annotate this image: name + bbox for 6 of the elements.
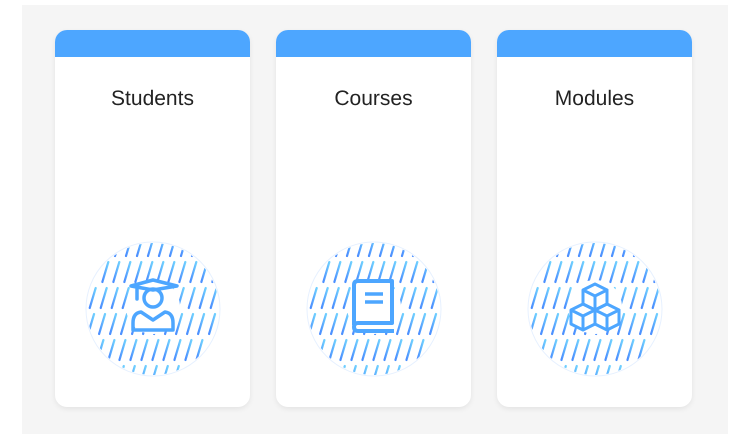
book-icon [352,279,394,333]
card-title: Modules [554,87,634,111]
graduate-icon [128,278,178,332]
cubes-icon [569,282,620,332]
card-title: Courses [334,87,413,111]
card-title: Students [111,87,194,111]
